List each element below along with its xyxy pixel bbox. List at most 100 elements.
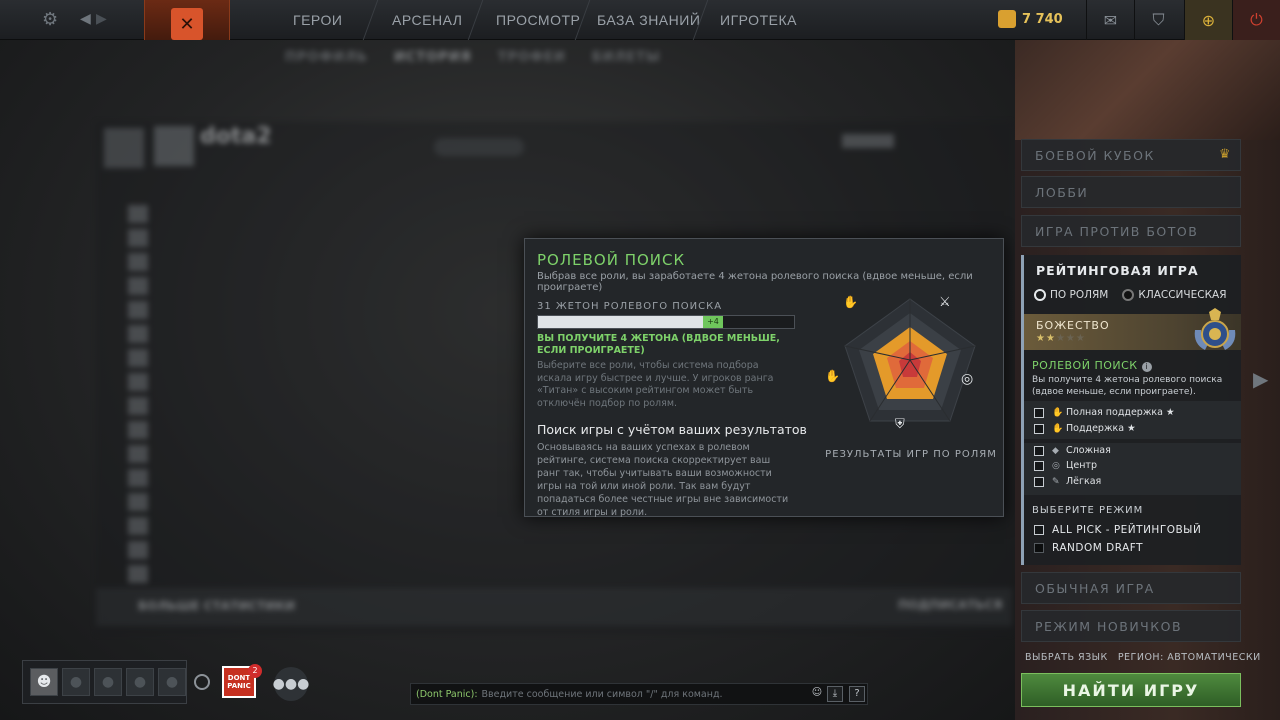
radio-by-roles[interactable] [1034,289,1046,301]
role-search-tooltip: РОЛЕВОЙ ПОИСК Выбрав все роли, вы зарабо… [524,238,1004,518]
role-safelane[interactable]: ✎ Лёгкая [1034,476,1101,487]
role-checkbox[interactable] [1034,407,1044,418]
nav-armory[interactable]: АРСЕНАЛ [392,12,462,28]
hero-portrait [128,229,148,247]
token-progress-fill [538,316,703,328]
role-label: Лёгкая [1066,476,1102,487]
role-support[interactable]: ✋ Поддержка ★ [1034,423,1136,434]
emoji-icon[interactable]: ☺ [809,686,825,702]
party-slot-empty[interactable]: ● [126,668,154,696]
subscribe-button[interactable]: ПОДПИСАТЬСЯ [898,598,1003,612]
person-icon: ● [69,674,83,690]
lobby-button[interactable]: ЛОББИ [1021,176,1241,208]
party-slot-empty[interactable]: ● [158,668,186,696]
unranked-label: ОБЫЧНАЯ ИГРА [1035,580,1155,596]
bot-match-button[interactable]: ИГРА ПРОТИВ БОТОВ [1021,215,1241,247]
role-search-title: РОЛЕВОЙ ПОИСК [1032,359,1138,372]
role-checkbox[interactable] [1034,445,1044,456]
mode-label: ALL PICK - РЕЙТИНГОВЫЙ [1052,524,1202,536]
back-arrow-icon[interactable]: ◀ [80,11,91,27]
role-mid[interactable]: ◎ Центр [1034,460,1097,471]
forward-arrow-icon[interactable]: ▶ [96,11,107,27]
nav-heroes[interactable]: ГЕРОИ [293,12,342,28]
find-game-button[interactable]: НАЙТИ ИГРУ [1021,673,1241,707]
role-offlane[interactable]: ◆ Сложная [1034,445,1111,456]
profile-name: dota2 [200,124,272,149]
hero-portrait [128,277,148,295]
popup-title: РОЛЕВОЙ ПОИСК [537,251,686,269]
region-selector[interactable]: РЕГИОН: АВТОМАТИЧЕСКИ [1118,652,1261,663]
chat-image-icon[interactable]: ⤓ [827,686,843,702]
more-stats-label[interactable]: БОЛЬШЕ СТАТИСТИКИ [138,599,295,613]
power-button[interactable]: ⏻ [1232,0,1280,40]
party-slot-empty[interactable]: ● [62,668,90,696]
subnav-trophies[interactable]: ТРОФЕИ [498,50,566,65]
hero-portrait [128,445,148,463]
select-language-link[interactable]: ВЫБРАТЬ ЯЗЫК [1025,652,1108,663]
person-icon: ● [133,674,147,690]
mode-all-pick-ranked[interactable]: ALL PICK - РЕЙТИНГОВЫЙ [1034,524,1201,536]
new-player-mode-button[interactable]: РЕЖИМ НОВИЧКОВ [1021,610,1241,642]
profile-avatar [104,128,144,168]
mode-checkbox[interactable] [1034,525,1044,535]
info-icon[interactable]: i [1141,362,1152,372]
gear-icon[interactable]: ⚙ [42,9,58,30]
role-checkbox[interactable] [1034,476,1044,487]
expand-arrow-icon[interactable]: ▶ [1253,367,1268,391]
radar-caption: РЕЗУЛЬТАТЫ ИГР ПО РОЛЯМ [825,449,997,460]
token-count-label: 31 ЖЕТОН РОЛЕВОГО ПОИСКА [537,301,723,312]
subnav-history[interactable]: ИСТОРИЯ [394,50,472,65]
radio-classic[interactable] [1122,289,1135,301]
role-checkbox[interactable] [1034,423,1044,434]
help-icon[interactable]: ? [849,686,865,702]
tab-match-history[interactable] [434,138,524,156]
subnav-profile[interactable]: ПРОФИЛЬ [285,50,368,65]
role-search-description: Вы получите 4 жетона ролевого поиска (вд… [1032,375,1223,397]
token-description: Выберите все роли, чтобы система подбора… [537,360,774,409]
mode-random-draft[interactable]: RANDOM DRAFT [1034,542,1143,554]
role-search-heading: РОЛЕВОЙ ПОИСК i [1032,359,1152,372]
target-icon: ◎ [961,371,974,387]
group-icon: ●●● [272,676,310,692]
voice-chat-icon[interactable] [194,674,210,690]
hero-portrait [128,325,148,343]
mail-icon: ✉ [1103,10,1118,30]
role-star-icon: ★ [1127,423,1136,434]
role-hard-support[interactable]: ✋ Полная поддержка ★ [1034,407,1174,418]
unranked-game-button[interactable]: ОБЫЧНАЯ ИГРА [1021,572,1241,604]
battle-cup-button[interactable]: БОЕВОЙ КУБОК ♛ [1021,139,1241,171]
nav-arcade[interactable]: ИГРОТЕКА [720,12,797,28]
guild-banner-icon: ⛉ [1152,10,1165,29]
radio-classic-label[interactable]: КЛАССИЧЕСКАЯ [1138,289,1226,301]
role-label: Полная поддержка [1066,407,1163,418]
power-icon: ⏻ [1250,10,1263,29]
profile-subnav: ПРОФИЛЬ ИСТОРИЯ ТРОФЕИ БИЛЕТЫ [285,50,661,65]
nav-learn[interactable]: БАЗА ЗНАНИЙ [597,12,700,28]
offlane-icon: ◆ [1052,445,1059,456]
mode-checkbox[interactable] [1034,543,1044,553]
hero-portrait [128,469,148,487]
party-slot-empty[interactable]: ● [94,668,122,696]
subnav-tickets[interactable]: БИЛЕТЫ [592,50,661,65]
chat-input-bar[interactable]: (Dont Panic): Введите сообщение или симв… [410,683,868,705]
rank-stars-empty: ★★★ [1055,333,1086,344]
hero-portrait [128,301,148,319]
gold-display[interactable]: 7 740 [998,10,1063,28]
hero-portrait [128,397,148,415]
party-slot-self[interactable]: ☻ [30,668,58,696]
ranked-title[interactable]: РЕЙТИНГОВАЯ ИГРА [1036,263,1199,278]
rank-name: БОЖЕСТВО [1036,319,1110,332]
role-label: Центр [1066,460,1097,471]
hero-portrait [128,205,148,223]
role-label: Поддержка [1066,423,1125,434]
guild-button[interactable]: ⛉ [1134,0,1182,40]
progress-bar [842,134,894,148]
role-checkbox[interactable] [1034,460,1044,471]
mail-button[interactable]: ✉ [1086,0,1134,40]
dota-plus-button[interactable]: ⊕ [1184,0,1232,40]
friends-button[interactable]: ●●● [272,667,310,701]
new-player-label: РЕЖИМ НОВИЧКОВ [1035,618,1183,634]
role-radar-chart [844,298,976,422]
radio-by-roles-label[interactable]: ПО РОЛЯМ [1050,289,1108,301]
nav-watch[interactable]: ПРОСМОТР [496,12,580,28]
